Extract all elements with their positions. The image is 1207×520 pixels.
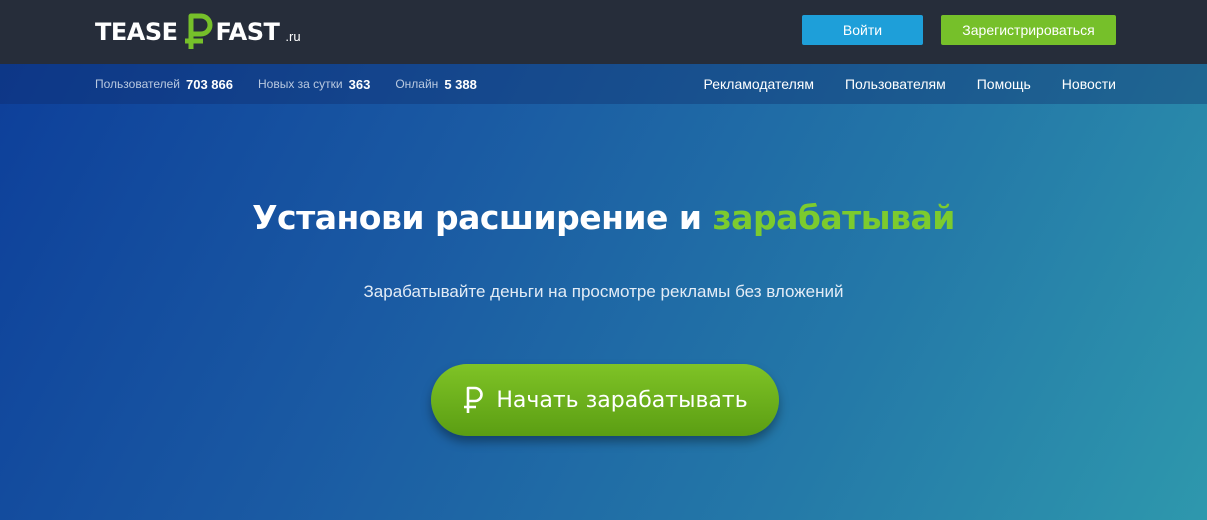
ruble-icon: [184, 13, 213, 49]
logo-tld: .ru: [285, 28, 301, 44]
ruble-icon: [464, 386, 484, 413]
headline-accent: зарабатывай: [712, 198, 956, 237]
nav-advertisers[interactable]: Рекламодателям: [704, 76, 814, 92]
hero-subtitle: Зарабатывайте деньги на просмотре реклам…: [363, 282, 844, 301]
main-nav: Рекламодателям Пользователям Помощь Ново…: [704, 64, 1117, 104]
stat-label: Новых за сутки: [258, 77, 343, 91]
top-bar: TEASE FAST .ru Войти Зарегистрироваться: [0, 0, 1207, 64]
stat-users: Пользователей 703 866: [95, 77, 233, 92]
stat-label: Пользователей: [95, 77, 180, 91]
hero-headline: Установи расширение и зарабатывай: [0, 198, 1207, 237]
site-stats: Пользователей 703 866 Новых за сутки 363…: [95, 64, 502, 104]
stat-value: 703 866: [186, 76, 233, 92]
headline-main: Установи расширение и: [252, 198, 702, 237]
stat-online: Онлайн 5 388: [395, 77, 477, 92]
nav-news[interactable]: Новости: [1062, 76, 1116, 92]
nav-users[interactable]: Пользователям: [845, 76, 946, 92]
stat-new-today: Новых за сутки 363: [258, 77, 370, 92]
start-earning-button[interactable]: Начать зарабатывать: [431, 364, 779, 436]
stats-bar: Пользователей 703 866 Новых за сутки 363…: [0, 64, 1207, 104]
site-logo[interactable]: TEASE FAST .ru: [95, 12, 301, 52]
start-earning-label: Начать зарабатывать: [496, 387, 748, 413]
stat-label: Онлайн: [395, 77, 439, 91]
login-button[interactable]: Войти: [802, 15, 923, 45]
stat-value: 5 388: [444, 76, 477, 92]
logo-word-fast: FAST: [215, 18, 280, 46]
nav-help[interactable]: Помощь: [977, 76, 1031, 92]
logo-word-tease: TEASE: [95, 18, 178, 46]
register-button[interactable]: Зарегистрироваться: [941, 15, 1116, 45]
stat-value: 363: [348, 76, 371, 92]
